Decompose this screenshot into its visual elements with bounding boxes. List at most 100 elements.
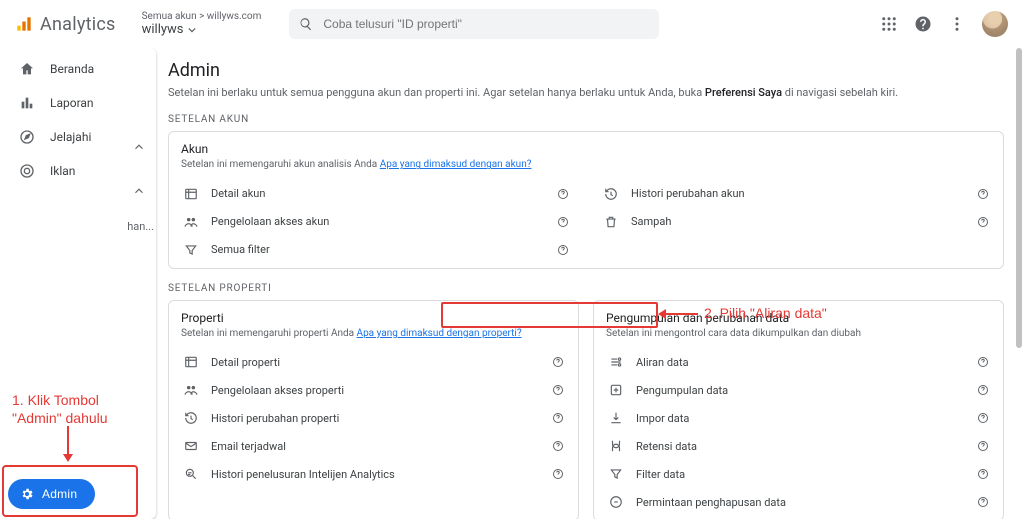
import-icon (606, 411, 626, 425)
help-icon[interactable] (550, 440, 566, 452)
list-item-label: Histori penelusuran Intelijen Analytics (211, 468, 550, 481)
help-icon[interactable] (914, 15, 932, 33)
data-collection-card: Pengumpulan dan perubahan data Setelan i… (593, 300, 1004, 519)
search-input[interactable] (321, 16, 649, 32)
sidebar-item-home[interactable]: Beranda (0, 52, 94, 86)
list-item-label: Histori perubahan akun (631, 187, 975, 200)
account-item-history[interactable]: Histori perubahan akun (601, 180, 991, 208)
sidebar-item-label: Jelajahi (50, 130, 91, 144)
card-title: Pengumpulan dan perubahan data (606, 311, 991, 325)
help-icon[interactable] (975, 496, 991, 508)
history-icon (181, 411, 201, 425)
list-item-label: Detail akun (211, 187, 555, 200)
section-label-account: SETELAN AKUN (168, 114, 1004, 125)
list-item-label: Email terjadwal (211, 440, 550, 453)
list-item-label: Pengelolaan akses akun (211, 215, 555, 228)
account-help-link[interactable]: Apa yang dimaksud dengan akun? (380, 159, 532, 170)
delete-icon (606, 495, 626, 509)
help-icon[interactable] (975, 384, 991, 396)
content-scroll[interactable]: Admin Setelan ini berlaku untuk semua pe… (168, 48, 1008, 519)
data-item-stream[interactable]: Aliran data (606, 348, 991, 376)
property-item-access[interactable]: Pengelolaan akses properti (181, 376, 566, 404)
list-item-label: Retensi data (636, 440, 975, 453)
account-item-access[interactable]: Pengelolaan akses akun (181, 208, 571, 236)
list-item-label: Pengelolaan akses properti (211, 384, 550, 397)
sidebar-item-ads[interactable]: Iklan (0, 154, 94, 188)
card-sub: Setelan ini memengaruhi akun analisis An… (181, 158, 991, 172)
sidebar: Beranda Laporan Jelajahi Iklan (0, 48, 94, 519)
property-item-searchhist[interactable]: Histori penelusuran Intelijen Analytics (181, 460, 566, 488)
help-icon[interactable] (975, 468, 991, 480)
page-subtitle: Setelan ini berlaku untuk semua pengguna… (168, 85, 1004, 100)
apps-icon[interactable] (880, 15, 898, 33)
ads-icon (18, 163, 36, 179)
property-item-history[interactable]: Histori perubahan properti (181, 404, 566, 432)
data-item-filter[interactable]: Filter data (606, 460, 991, 488)
data-item-retention[interactable]: Retensi data (606, 432, 991, 460)
help-icon[interactable] (550, 468, 566, 480)
account-item-trash[interactable]: Sampah (601, 208, 991, 236)
collect-icon (606, 383, 626, 397)
sidebar-item-reports[interactable]: Laporan (0, 86, 94, 120)
product-logo-icon (14, 14, 34, 34)
list-item-label: Histori perubahan properti (211, 412, 550, 425)
scrollbar-thumb[interactable] (1016, 48, 1022, 348)
help-icon[interactable] (975, 356, 991, 368)
sidebar-item-explore[interactable]: Jelajahi (0, 120, 94, 154)
card-sub: Setelan ini mengontrol cara data dikumpu… (606, 327, 991, 341)
secondary-panel: ubahan... (128, 48, 156, 519)
list-item-label: Filter data (636, 468, 975, 481)
property-item-detail[interactable]: Detail properti (181, 348, 566, 376)
scrollbar[interactable] (1012, 48, 1024, 519)
help-icon[interactable] (550, 384, 566, 396)
reports-icon (18, 95, 36, 111)
product-name: Analytics (40, 14, 116, 35)
help-icon[interactable] (555, 244, 571, 256)
more-icon[interactable] (948, 15, 966, 33)
search-box[interactable] (289, 9, 659, 39)
chevron-up-icon[interactable] (132, 184, 148, 200)
explore-icon (18, 129, 36, 145)
account-switcher[interactable]: Semua akun > willyws.com willyws (132, 9, 272, 39)
card-title: Properti (181, 311, 566, 325)
section-label-property: SETELAN PROPERTI (168, 283, 1004, 294)
data-item-collect[interactable]: Pengumpulan data (606, 376, 991, 404)
help-icon[interactable] (975, 216, 991, 228)
sidebar-item-label: Beranda (50, 62, 94, 76)
stream-icon (606, 355, 626, 369)
account-item-detail[interactable]: Detail akun (181, 180, 571, 208)
account-card: Akun Setelan ini memengaruhi akun analis… (168, 131, 1004, 269)
detail-icon (181, 187, 201, 201)
searchhist-icon (181, 467, 201, 481)
help-icon[interactable] (975, 412, 991, 424)
property-help-link[interactable]: Apa yang dimaksud dengan properti? (357, 328, 522, 339)
card-sub: Setelan ini memengaruhi properti Anda Ap… (181, 327, 566, 341)
filter-icon (606, 467, 626, 481)
help-icon[interactable] (975, 440, 991, 452)
home-icon (18, 61, 36, 77)
account-item-filter[interactable]: Semua filter (181, 236, 571, 264)
admin-button[interactable]: Admin (8, 479, 95, 509)
help-icon[interactable] (555, 188, 571, 200)
help-icon[interactable] (555, 216, 571, 228)
data-item-import[interactable]: Impor data (606, 404, 991, 432)
help-icon[interactable] (550, 412, 566, 424)
avatar[interactable] (982, 11, 1008, 37)
list-item-label: Sampah (631, 215, 975, 228)
list-item-label: Permintaan penghapusan data (636, 496, 975, 509)
sidebar-item-label: Iklan (50, 164, 75, 178)
access-icon (181, 215, 201, 229)
data-item-delete[interactable]: Permintaan penghapusan data (606, 488, 991, 516)
list-item-label: Aliran data (636, 356, 975, 369)
history-icon (601, 187, 621, 201)
property-item-mail[interactable]: Email terjadwal (181, 432, 566, 460)
list-item-label: Detail properti (211, 356, 550, 369)
help-icon[interactable] (550, 356, 566, 368)
list-item-label: Impor data (636, 412, 975, 425)
help-icon[interactable] (975, 188, 991, 200)
property-card: Properti Setelan ini memengaruhi propert… (168, 300, 579, 519)
retention-icon (606, 439, 626, 453)
panel-fragment-text: ubahan... (128, 220, 154, 233)
chevron-up-icon[interactable] (132, 140, 148, 156)
page-title: Admin (168, 60, 1004, 81)
